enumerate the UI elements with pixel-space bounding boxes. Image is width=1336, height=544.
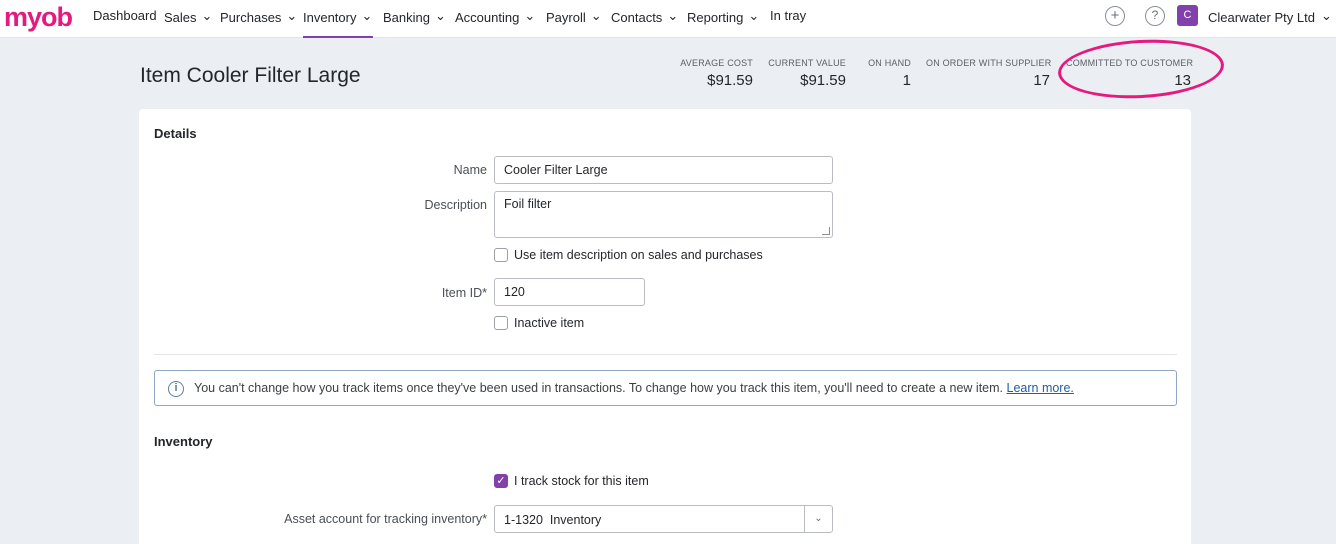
description-text: Foil filter <box>504 197 552 211</box>
use-description-label[interactable]: Use item description on sales and purcha… <box>514 248 763 262</box>
item-form-card: Details Name Cooler Filter Large Descrip… <box>139 109 1191 544</box>
asset-account-select[interactable]: 1-1320 Inventory ⌄ <box>494 505 833 533</box>
top-navigation: myob Dashboard Sales ⌄ Purchases ⌄ Invento… <box>0 0 1336 38</box>
nav-purchases-label: Purchases <box>220 10 282 25</box>
nav-dashboard[interactable]: Dashboard <box>93 0 157 38</box>
stat-average-cost: AVERAGE COST $91.59 <box>680 58 753 89</box>
inactive-item-checkbox[interactable] <box>494 316 508 330</box>
chevron-down-icon: ⌄ <box>524 8 536 23</box>
item-id-label: Item ID* <box>442 286 487 300</box>
asset-account-label-text: Asset account for tracking inventory <box>284 512 483 526</box>
nav-purchases[interactable]: Purchases ⌄ <box>220 0 297 38</box>
nav-payroll[interactable]: Payroll ⌄ <box>546 0 602 38</box>
nav-inventory-label: Inventory <box>303 10 357 25</box>
nav-banking-label: Banking <box>383 10 430 25</box>
resize-handle-icon[interactable] <box>822 227 830 235</box>
checkmark-icon: ✓ <box>496 475 506 487</box>
description-label: Description <box>424 198 487 212</box>
chevron-down-icon: ⌄ <box>1320 8 1332 23</box>
nav-in-tray-label: In tray <box>770 8 807 23</box>
chevron-down-icon: ⌄ <box>286 8 298 23</box>
chevron-down-icon: ⌄ <box>748 8 760 23</box>
nav-contacts-label: Contacts <box>611 10 663 25</box>
required-mark: * <box>482 512 487 526</box>
stat-value: $91.59 <box>800 72 846 89</box>
stat-current-value: CURRENT VALUE $91.59 <box>766 58 846 89</box>
item-id-label-text: Item ID <box>441 286 483 300</box>
nav-accounting[interactable]: Accounting ⌄ <box>455 0 535 38</box>
stat-on-hand: ON HAND 1 <box>860 58 911 89</box>
stat-label: CURRENT VALUE <box>768 58 846 68</box>
chevron-down-icon: ⌄ <box>590 8 602 23</box>
track-stock-checkbox[interactable]: ✓ <box>494 474 508 488</box>
name-input[interactable]: Cooler Filter Large <box>494 156 833 184</box>
highlight-annotation <box>1056 35 1226 103</box>
page-title: Item Cooler Filter Large <box>140 64 361 87</box>
chevron-down-icon: ⌄ <box>201 8 213 23</box>
info-message: You can't change how you track items onc… <box>194 381 1074 395</box>
nav-dashboard-label: Dashboard <box>93 8 157 23</box>
asset-account-label: Asset account for tracking inventory* <box>284 512 487 526</box>
inactive-item-label[interactable]: Inactive item <box>514 316 584 330</box>
nav-accounting-label: Accounting <box>455 10 520 25</box>
chevron-down-icon: ⌄ <box>361 8 373 23</box>
avatar[interactable]: C <box>1177 5 1198 26</box>
name-label: Name <box>453 163 487 177</box>
question-circle-icon[interactable]: ? <box>1145 6 1165 26</box>
learn-more-link[interactable]: Learn more. <box>1007 381 1074 395</box>
section-divider <box>154 354 1177 355</box>
details-heading: Details <box>154 126 197 141</box>
nav-sales-label: Sales <box>164 10 197 25</box>
chevron-down-icon: ⌄ <box>667 8 679 23</box>
asset-account-value: 1-1320 Inventory <box>504 513 602 527</box>
use-description-checkbox[interactable] <box>494 248 508 262</box>
required-mark: * <box>482 286 487 300</box>
chevron-down-icon: ⌄ <box>434 8 446 23</box>
stat-on-order: ON ORDER WITH SUPPLIER 17 <box>926 58 1052 89</box>
stat-value: $91.59 <box>707 72 753 89</box>
company-name: Clearwater Pty Ltd <box>1208 10 1315 25</box>
nav-inventory[interactable]: Inventory ⌄ <box>303 0 373 38</box>
nav-reporting-label: Reporting <box>687 10 744 25</box>
stat-label: ON HAND <box>868 58 911 68</box>
info-text: You can't change how you track items onc… <box>194 381 1004 395</box>
inventory-heading: Inventory <box>154 434 213 449</box>
item-id-input[interactable]: 120 <box>494 278 645 306</box>
nav-sales[interactable]: Sales ⌄ <box>164 0 212 38</box>
stat-label: ON ORDER WITH SUPPLIER <box>926 58 1052 68</box>
stat-value: 17 <box>1033 72 1050 89</box>
info-icon: i <box>168 381 184 397</box>
nav-banking[interactable]: Banking ⌄ <box>383 0 446 38</box>
nav-reporting[interactable]: Reporting ⌄ <box>687 0 759 38</box>
tracking-info-alert: i You can't change how you track items o… <box>154 370 1177 406</box>
plus-circle-icon[interactable]: + <box>1105 6 1125 26</box>
stat-label: AVERAGE COST <box>680 58 753 68</box>
nav-payroll-label: Payroll <box>546 10 586 25</box>
track-stock-label[interactable]: I track stock for this item <box>514 474 649 488</box>
myob-logo[interactable]: myob <box>4 0 73 34</box>
nav-contacts[interactable]: Contacts ⌄ <box>611 0 678 38</box>
nav-in-tray[interactable]: In tray <box>770 0 806 38</box>
description-textarea[interactable]: Foil filter <box>494 191 833 238</box>
stat-value: 1 <box>902 72 911 89</box>
company-switcher[interactable]: Clearwater Pty Ltd ⌄ <box>1208 0 1332 34</box>
chevron-down-icon[interactable]: ⌄ <box>804 506 832 532</box>
